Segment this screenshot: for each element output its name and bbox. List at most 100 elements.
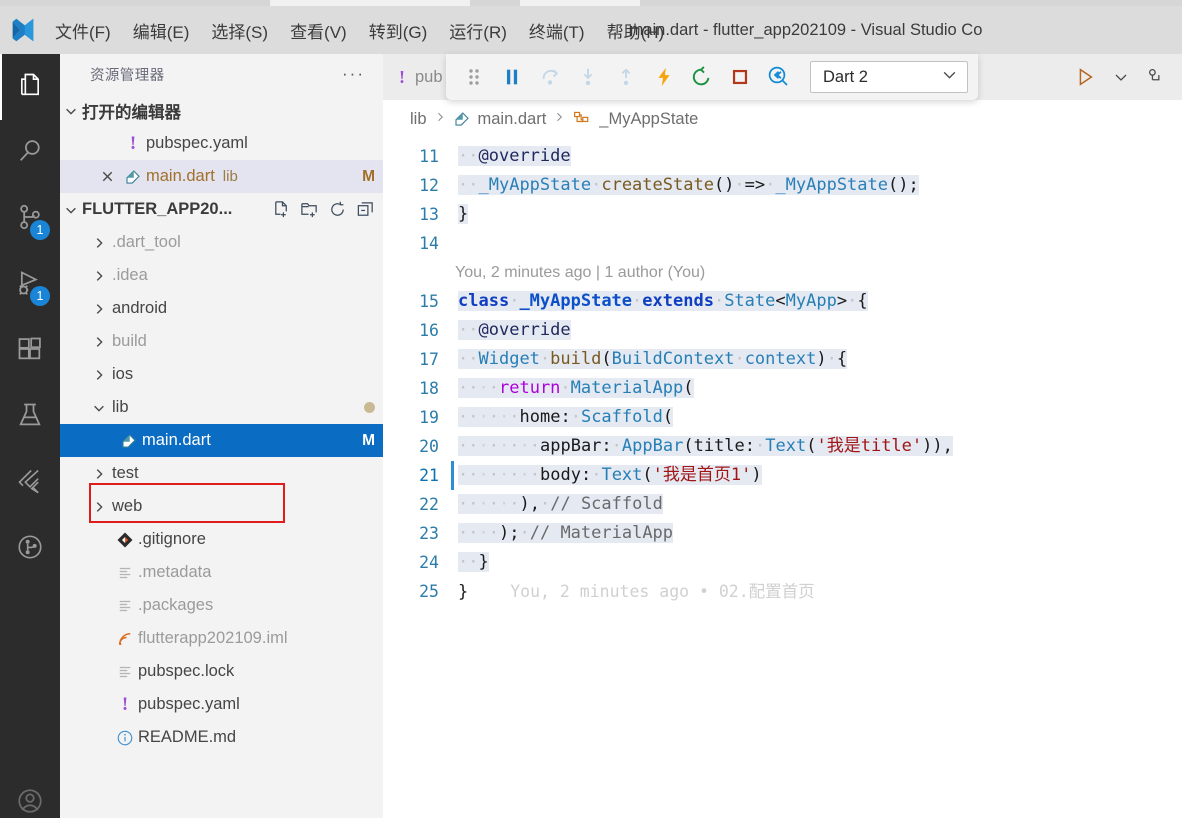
tree-item-label: lib [112, 398, 129, 416]
section-open-editors[interactable]: 打开的编辑器 [60, 94, 383, 127]
debug-pause-button[interactable] [494, 59, 530, 95]
chevron-down-icon [941, 66, 958, 88]
new-file-icon[interactable] [272, 200, 291, 219]
open-editor-label: main.dart [146, 167, 215, 185]
menu-file[interactable]: 文件(F) [44, 14, 122, 47]
code-line[interactable]: 11 ··@override [383, 142, 1182, 171]
tree-item-label: .packages [138, 596, 214, 614]
code-line[interactable]: 18 ····return·MaterialApp( [383, 374, 1182, 403]
tree-item-gitignore[interactable]: .gitignore [60, 523, 383, 556]
menu-terminal[interactable]: 终端(T) [518, 14, 596, 47]
code-line[interactable]: 15 class·_MyAppState·extends·State<MyApp>… [383, 287, 1182, 316]
code-line[interactable]: 21 ········body:·Text('我是首页1') [383, 461, 1182, 490]
tree-item-iml[interactable]: flutterapp202109.iml [60, 622, 383, 655]
code-line[interactable]: 12 ··_MyAppState·createState()·=>·_MyAppS… [383, 171, 1182, 200]
split-editor-button[interactable] [1140, 60, 1174, 94]
menu-view[interactable]: 查看(V) [279, 14, 358, 47]
debug-step-out-button[interactable] [608, 59, 644, 95]
breadcrumb-label: main.dart [477, 109, 547, 128]
debug-step-into-button[interactable] [570, 59, 606, 95]
run-button[interactable] [1068, 60, 1102, 94]
code-line-text: ··_MyAppState·createState()·=>·_MyAppSta… [458, 175, 919, 195]
new-folder-icon[interactable] [300, 200, 319, 219]
breadcrumb-lib[interactable]: lib [410, 110, 427, 129]
debug-stop-button[interactable] [722, 59, 758, 95]
tree-item-android[interactable]: android [60, 292, 383, 325]
menu-run[interactable]: 运行(R) [438, 14, 518, 47]
tree-item-lib[interactable]: lib [60, 391, 383, 424]
close-icon[interactable] [94, 169, 120, 184]
menu-selection[interactable]: 选择(S) [200, 14, 279, 47]
tree-item-idea[interactable]: .idea [60, 259, 383, 292]
chevron-right-icon [86, 269, 112, 283]
activity-search[interactable] [0, 120, 60, 186]
tree-item-metadata[interactable]: .metadata [60, 556, 383, 589]
tree-item-pubspec-yaml[interactable]: ! pubspec.yaml [60, 688, 383, 721]
activity-testing[interactable] [0, 384, 60, 450]
tree-item-main-dart[interactable]: main.dart M [60, 424, 383, 457]
code-line[interactable]: 14 [383, 229, 1182, 258]
line-number: 17 [419, 350, 439, 369]
line-number: 25 [419, 582, 439, 601]
activity-source-control[interactable]: 1 [0, 186, 60, 252]
section-project-root[interactable]: FLUTTER_APP20... [60, 193, 383, 226]
collapse-folders-icon[interactable] [356, 200, 375, 219]
tree-item-dart-tool[interactable]: .dart_tool [60, 226, 383, 259]
chevron-right-icon [86, 236, 112, 250]
code-editor[interactable]: 11 ··@override 12 ··_MyAppState·createState… [383, 138, 1182, 606]
gitlens-inline-blame: You, 2 minutes ago • 02.配置首页 [510, 582, 815, 601]
project-root-label: FLUTTER_APP20... [82, 200, 233, 218]
tree-item-web[interactable]: web [60, 490, 383, 523]
chevron-right-icon [553, 110, 565, 128]
debug-step-over-button[interactable] [532, 59, 568, 95]
menu-edit[interactable]: 编辑(E) [122, 14, 201, 47]
open-editor-main-dart[interactable]: main.dart lib M [60, 160, 383, 193]
menu-help[interactable]: 帮助(H) [596, 14, 676, 47]
activity-extensions[interactable] [0, 318, 60, 384]
tree-item-readme[interactable]: README.md [60, 721, 383, 754]
open-editor-sublabel: lib [222, 168, 238, 185]
code-line-text: } [458, 204, 469, 224]
run-options-button[interactable] [1104, 60, 1138, 94]
line-number: 16 [419, 321, 439, 340]
code-line[interactable]: 16 ··@override [383, 316, 1182, 345]
code-line-text [454, 229, 1182, 258]
debug-inspect-widget-button[interactable] [760, 59, 796, 95]
tree-item-test[interactable]: test [60, 457, 383, 490]
class-symbol-icon [572, 110, 592, 128]
open-editor-label: pubspec.yaml [146, 134, 248, 152]
source-control-badge: 1 [30, 220, 50, 240]
code-line[interactable]: 25 } You, 2 minutes ago • 02.配置首页 [383, 577, 1182, 606]
code-line[interactable]: 24 ··} [383, 548, 1182, 577]
tree-item-packages[interactable]: .packages [60, 589, 383, 622]
menubar[interactable]: 文件(F) 编辑(E) 选择(S) 查看(V) 转到(G) 运行(R) 终端(T) 帮助(H) [44, 14, 675, 47]
activity-explorer[interactable] [0, 54, 60, 120]
line-number: 21 [419, 466, 439, 485]
menu-go[interactable]: 转到(G) [358, 14, 439, 47]
debug-session-select[interactable]: Dart 2 [810, 61, 968, 93]
editor-area: ! pub Dart 2 lib main.dart _MyAppState 1… [383, 54, 1182, 818]
code-line-text: } You, 2 minutes ago • 02.配置首页 [458, 582, 815, 602]
gitlens-icon [16, 533, 44, 566]
breadcrumb-symbol[interactable]: _MyAppState [572, 110, 698, 129]
debug-restart-button[interactable] [684, 59, 720, 95]
activity-flutter[interactable] [0, 450, 60, 516]
code-line[interactable]: 17 ··Widget·build(BuildContext·context)·{ [383, 345, 1182, 374]
code-line[interactable]: 23 ····);·// MaterialApp [383, 519, 1182, 548]
breadcrumb-main-dart[interactable]: main.dart [453, 109, 547, 129]
tree-item-ios[interactable]: ios [60, 358, 383, 391]
code-line[interactable]: 19 ······home:·Scaffold( [383, 403, 1182, 432]
activity-accounts[interactable] [0, 770, 60, 818]
tree-item-pubspec-lock[interactable]: pubspec.lock [60, 655, 383, 688]
tree-item-build[interactable]: build [60, 325, 383, 358]
code-line[interactable]: 22 ······),·// Scaffold [383, 490, 1182, 519]
activity-gitlens[interactable] [0, 516, 60, 582]
open-editor-pubspec[interactable]: ! pubspec.yaml [60, 127, 383, 160]
code-line[interactable]: 13} [383, 200, 1182, 229]
code-line[interactable]: 20 ········appBar:·AppBar(title:·Text('我是… [383, 432, 1182, 461]
sidebar-more-actions-button[interactable]: ··· [342, 64, 365, 84]
debug-hot-reload-button[interactable] [646, 59, 682, 95]
refresh-explorer-icon[interactable] [328, 200, 347, 219]
debug-drag-handle[interactable] [456, 59, 492, 95]
activity-run-debug[interactable]: 1 [0, 252, 60, 318]
